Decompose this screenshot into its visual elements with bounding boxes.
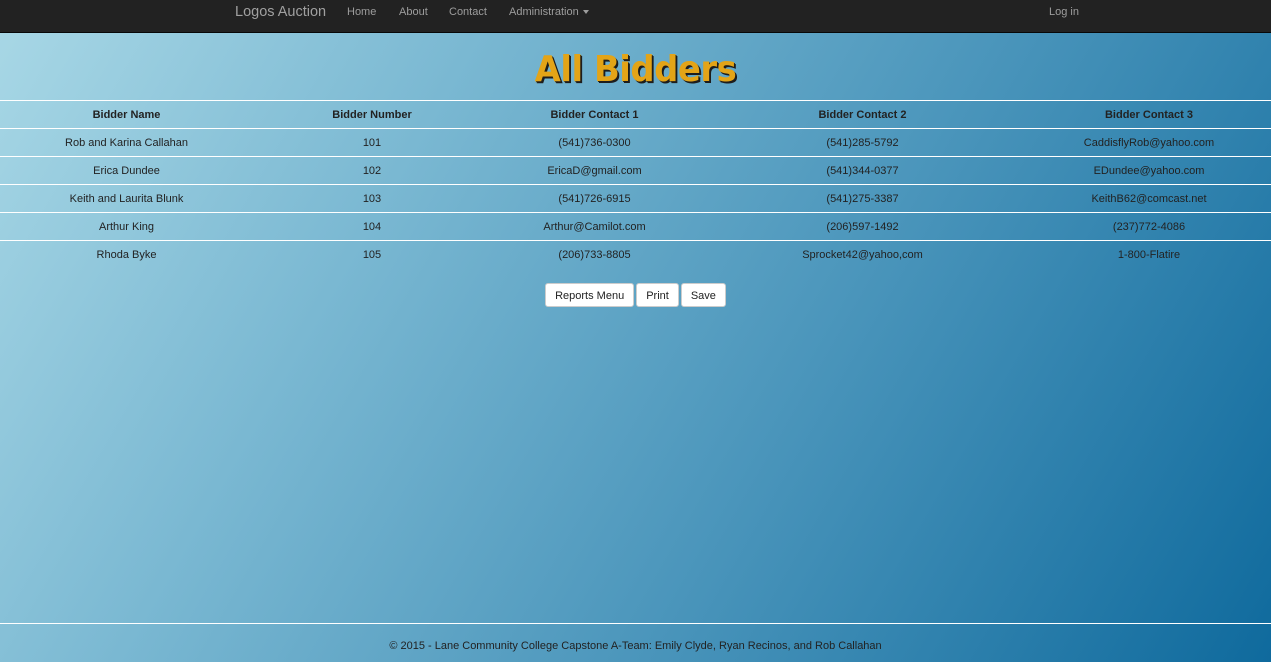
column-header-bidder-name: Bidder Name	[0, 100, 253, 129]
table-row: Erica Dundee 102 EricaD@gmail.com (541)3…	[0, 156, 1271, 185]
cell-contact-2: (541)344-0377	[698, 156, 1027, 185]
cell-contact-3: KeithB62@comcast.net	[1027, 184, 1271, 213]
nav-dropdown-administration[interactable]: Administration	[509, 6, 589, 18]
reports-menu-button[interactable]: Reports Menu	[545, 283, 635, 307]
footer-copyright: © 2015 - Lane Community College Capstone…	[389, 640, 882, 652]
brand-link[interactable]: Logos Auction	[235, 4, 326, 20]
cell-bidder-number: 102	[253, 156, 491, 185]
cell-bidder-name: Rob and Karina Callahan	[0, 128, 253, 157]
table-row: Keith and Laurita Blunk 103 (541)726-691…	[0, 184, 1271, 213]
page-title: All Bidders	[534, 49, 737, 90]
cell-contact-1: EricaD@gmail.com	[491, 156, 698, 185]
table-header-row: Bidder Name Bidder Number Bidder Contact…	[0, 100, 1271, 129]
nav-link-about[interactable]: About	[399, 6, 428, 18]
table-row: Arthur King 104 Arthur@Camilot.com (206)…	[0, 212, 1271, 241]
cell-contact-1: Arthur@Camilot.com	[491, 212, 698, 241]
cell-contact-2: Sprocket42@yahoo,com	[698, 240, 1027, 268]
cell-bidder-number: 104	[253, 212, 491, 241]
cell-bidder-name: Erica Dundee	[0, 156, 253, 185]
cell-contact-2: (541)285-5792	[698, 128, 1027, 157]
caret-down-icon	[582, 10, 589, 15]
cell-bidder-number: 103	[253, 184, 491, 213]
cell-contact-2: (541)275-3387	[698, 184, 1027, 213]
cell-contact-1: (541)736-0300	[491, 128, 698, 157]
cell-contact-3: 1-800-Flatire	[1027, 240, 1271, 268]
cell-contact-3: EDundee@yahoo.com	[1027, 156, 1271, 185]
table-row: Rhoda Byke 105 (206)733-8805 Sprocket42@…	[0, 240, 1271, 268]
column-header-contact-2: Bidder Contact 2	[698, 100, 1027, 129]
cell-contact-2: (206)597-1492	[698, 212, 1027, 241]
nav-dropdown-label: Administration	[509, 6, 579, 18]
cell-bidder-number: 105	[253, 240, 491, 268]
column-header-contact-1: Bidder Contact 1	[491, 100, 698, 129]
cell-contact-1: (541)726-6915	[491, 184, 698, 213]
top-navbar: Logos Auction Home About Contact Adminis…	[0, 0, 1271, 33]
cell-contact-3: (237)772-4086	[1027, 212, 1271, 241]
table-row: Rob and Karina Callahan 101 (541)736-030…	[0, 128, 1271, 157]
login-link[interactable]: Log in	[1049, 6, 1079, 18]
cell-contact-1: (206)733-8805	[491, 240, 698, 268]
report-actions: Reports Menu Print Save	[0, 283, 1271, 307]
footer-divider	[0, 623, 1271, 624]
column-header-bidder-number: Bidder Number	[253, 100, 491, 129]
nav-link-home[interactable]: Home	[347, 6, 376, 18]
column-header-contact-3: Bidder Contact 3	[1027, 100, 1271, 129]
nav-link-contact[interactable]: Contact	[449, 6, 487, 18]
cell-contact-3: CaddisflyRob@yahoo.com	[1027, 128, 1271, 157]
bidders-table: Bidder Name Bidder Number Bidder Contact…	[0, 100, 1271, 268]
save-button[interactable]: Save	[680, 283, 726, 307]
cell-bidder-number: 101	[253, 128, 491, 157]
print-button[interactable]: Print	[636, 283, 679, 307]
cell-bidder-name: Rhoda Byke	[0, 240, 253, 268]
cell-bidder-name: Arthur King	[0, 212, 253, 241]
cell-bidder-name: Keith and Laurita Blunk	[0, 184, 253, 213]
